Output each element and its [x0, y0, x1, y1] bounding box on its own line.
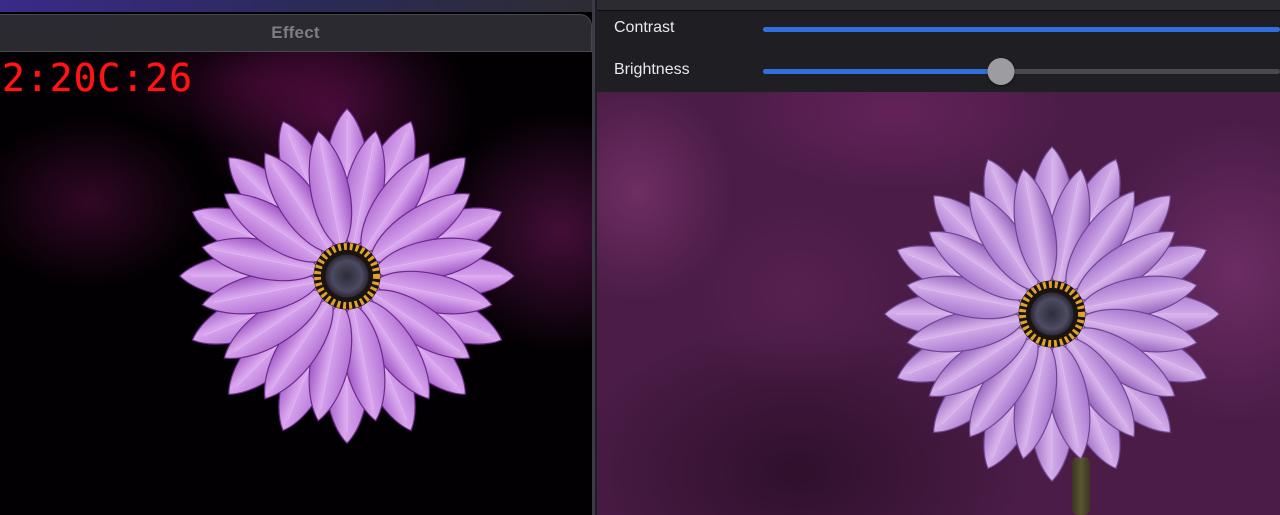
original-preview-canvas — [597, 92, 1280, 515]
contrast-label: Contrast — [614, 19, 675, 36]
brightness-row: Brightness — [597, 55, 1280, 85]
effect-preview-canvas: 2:20C:26 — [0, 52, 592, 515]
contrast-row: Contrast — [597, 13, 1280, 43]
adjust-window: Contrast Brightness — [597, 0, 1280, 515]
desktop: Effect 2:20C:26 Contrast Brightness — [0, 0, 1280, 515]
effect-window: Effect 2:20C:26 — [0, 0, 595, 515]
brightness-slider[interactable] — [763, 58, 1280, 85]
window-divider — [592, 0, 595, 515]
effect-window-title: Effect — [271, 23, 320, 42]
adjust-window-titlebar[interactable] — [597, 0, 1280, 11]
brightness-slider-fill — [763, 69, 1001, 74]
effect-window-titlebar[interactable]: Effect — [0, 14, 592, 52]
brightness-label: Brightness — [614, 61, 690, 78]
effect-flower-image — [178, 107, 516, 445]
window-accent-bar — [0, 0, 595, 12]
timestamp-overlay: 2:20C:26 — [2, 56, 194, 100]
adjust-controls: Contrast Brightness — [597, 11, 1280, 92]
original-flower-image — [883, 145, 1221, 483]
contrast-slider-fill — [763, 27, 1280, 32]
contrast-slider[interactable] — [763, 27, 1280, 32]
brightness-slider-thumb[interactable] — [987, 58, 1015, 85]
